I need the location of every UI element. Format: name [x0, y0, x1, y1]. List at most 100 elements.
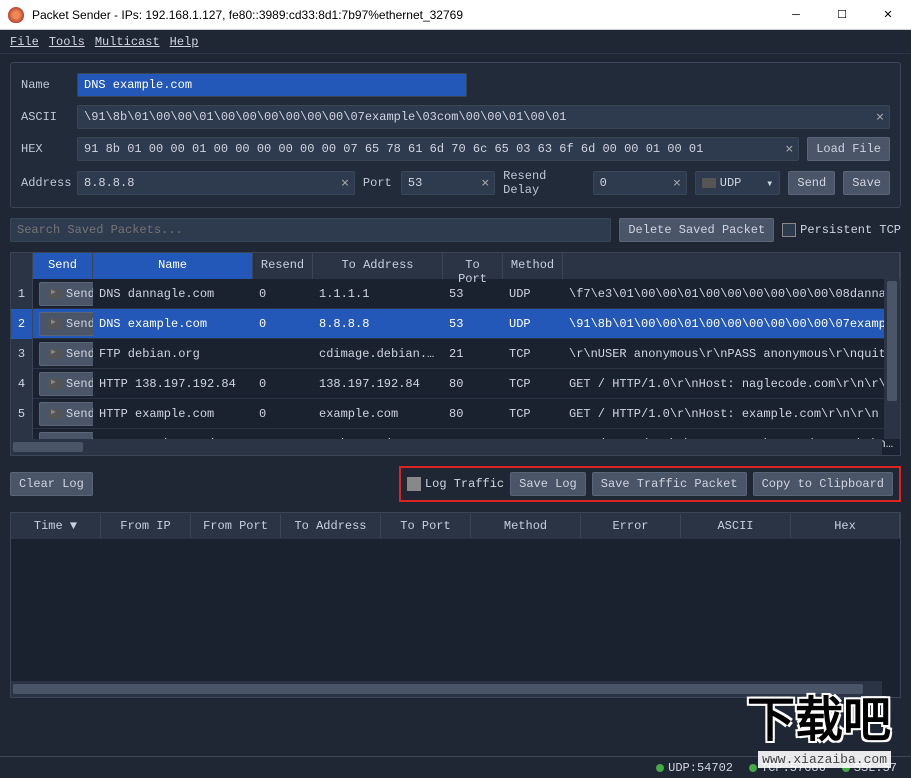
address-input[interactable]	[77, 171, 355, 195]
table-vscroll[interactable]	[884, 279, 900, 439]
row-send-button[interactable]: Send	[39, 372, 93, 396]
cell-method: UDP	[503, 287, 563, 301]
ascii-clear-icon[interactable]: ✕	[876, 110, 884, 125]
persistent-tcp-checkbox[interactable]	[782, 223, 796, 237]
log-th-error[interactable]: Error	[581, 514, 681, 538]
saved-packets-table: Send Name Resend To Address To Port Meth…	[10, 252, 901, 456]
name-input[interactable]	[77, 73, 467, 97]
cell-addr: 138.197.192.84	[313, 377, 443, 391]
save-button[interactable]: Save	[843, 171, 890, 195]
row-send-button[interactable]: Send	[39, 342, 93, 366]
table-hscroll[interactable]	[11, 439, 882, 455]
cell-name: FTP debian.org	[93, 347, 253, 361]
window-titlebar: Packet Sender - IPs: 192.168.1.127, fe80…	[0, 0, 911, 30]
name-label: Name	[21, 78, 69, 92]
log-th-fromip[interactable]: From IP	[101, 514, 191, 538]
status-udp[interactable]: UDP:54702	[650, 761, 739, 775]
cell-port: 21	[443, 347, 503, 361]
port-clear-icon[interactable]: ✕	[481, 176, 489, 191]
th-send[interactable]: Send	[33, 253, 93, 279]
hex-input[interactable]	[77, 137, 799, 161]
cell-name: HTTP 138.197.192.84	[93, 377, 253, 391]
minimize-button[interactable]: ─	[773, 0, 819, 30]
cell-name: DNS dannagle.com	[93, 287, 253, 301]
row-number: 5	[11, 399, 33, 429]
log-th-toport[interactable]: To Port	[381, 514, 471, 538]
th-toport[interactable]: To Port	[443, 253, 503, 279]
log-traffic-checkbox[interactable]	[407, 477, 421, 491]
log-th-hex[interactable]: Hex	[791, 514, 900, 538]
cell-addr: cdimage.debian.org	[313, 347, 443, 361]
table-row[interactable]: 3SendFTP debian.orgcdimage.debian.org21T…	[11, 339, 900, 369]
window-title: Packet Sender - IPs: 192.168.1.127, fe80…	[32, 8, 773, 22]
th-resend[interactable]: Resend	[253, 253, 313, 279]
address-label: Address	[21, 176, 69, 190]
th-method[interactable]: Method	[503, 253, 563, 279]
table-row[interactable]: 1SendDNS dannagle.com01.1.1.153UDP\f7\e3…	[11, 279, 900, 309]
th-toaddr[interactable]: To Address	[313, 253, 443, 279]
cell-data: \r\nUSER anonymous\r\nPASS anonymous\r\n…	[563, 347, 900, 361]
cell-name: DNS example.com	[93, 317, 253, 331]
send-icon	[48, 319, 62, 329]
packet-form-panel: Name ASCII ✕ HEX ✕ Load File Address ✕ P	[10, 62, 901, 208]
send-button[interactable]: Send	[788, 171, 835, 195]
hex-label: HEX	[21, 142, 69, 156]
log-th-ascii[interactable]: ASCII	[681, 514, 791, 538]
row-send-button[interactable]: Send	[39, 402, 93, 426]
cell-addr: 8.8.8.8	[313, 317, 443, 331]
row-number: 4	[11, 369, 33, 399]
row-send-button[interactable]: Send	[39, 312, 93, 336]
cell-method: TCP	[503, 377, 563, 391]
chevron-down-icon: ▾	[766, 176, 773, 191]
table-row[interactable]: 5SendHTTP example.com0example.com80TCPGE…	[11, 399, 900, 429]
cell-method: TCP	[503, 407, 563, 421]
highlighted-controls: Log Traffic Save Log Save Traffic Packet…	[399, 466, 901, 502]
cell-data: GET / HTTP/1.0\r\nHost: naglecode.com\r\…	[563, 377, 900, 391]
table-corner	[11, 253, 33, 279]
row-number: 2	[11, 309, 33, 339]
cell-port: 80	[443, 407, 503, 421]
send-icon	[48, 349, 62, 359]
load-file-button[interactable]: Load File	[807, 137, 890, 161]
log-table: Time ▼ From IP From Port To Address To P…	[10, 512, 901, 698]
th-data[interactable]	[563, 253, 900, 279]
resend-clear-icon[interactable]: ✕	[673, 176, 681, 191]
close-button[interactable]: ✕	[865, 0, 911, 30]
row-send-button[interactable]: Send	[39, 282, 93, 306]
save-log-button[interactable]: Save Log	[510, 472, 586, 496]
hex-clear-icon[interactable]: ✕	[785, 142, 793, 157]
maximize-button[interactable]: ☐	[819, 0, 865, 30]
log-traffic-label[interactable]: Log Traffic	[407, 477, 504, 491]
ascii-input[interactable]	[77, 105, 890, 129]
log-th-toaddr[interactable]: To Address	[281, 514, 381, 538]
send-icon	[48, 409, 62, 419]
th-name[interactable]: Name	[93, 253, 253, 279]
send-icon	[48, 379, 62, 389]
menu-help[interactable]: Help	[166, 33, 203, 51]
app-icon	[8, 7, 24, 23]
persistent-tcp-label[interactable]: Persistent TCP	[782, 223, 901, 237]
resend-label: Resend Delay	[503, 169, 584, 197]
save-traffic-button[interactable]: Save Traffic Packet	[592, 472, 747, 496]
copy-clipboard-button[interactable]: Copy to Clipboard	[753, 472, 893, 496]
ascii-label: ASCII	[21, 110, 69, 124]
address-clear-icon[interactable]: ✕	[341, 176, 349, 191]
menu-multicast[interactable]: Multicast	[91, 33, 164, 51]
log-th-method[interactable]: Method	[471, 514, 581, 538]
search-input[interactable]	[10, 218, 611, 242]
log-th-fromport[interactable]: From Port	[191, 514, 281, 538]
delete-packet-button[interactable]: Delete Saved Packet	[619, 218, 774, 242]
table-row[interactable]: 4SendHTTP 138.197.192.840138.197.192.848…	[11, 369, 900, 399]
log-th-time[interactable]: Time ▼	[11, 514, 101, 538]
clear-log-button[interactable]: Clear Log	[10, 472, 93, 496]
table-row[interactable]: 2SendDNS example.com08.8.8.853UDP\91\8b\…	[11, 309, 900, 339]
row-number: 1	[11, 279, 33, 309]
watermark-text: 下载吧	[747, 680, 891, 750]
menu-file[interactable]: File	[6, 33, 43, 51]
cell-name: HTTP example.com	[93, 407, 253, 421]
port-label: Port	[363, 176, 393, 190]
menu-tools[interactable]: Tools	[45, 33, 89, 51]
watermark-url: www.xiazaiba.com	[758, 751, 891, 768]
cell-method: TCP	[503, 347, 563, 361]
protocol-select[interactable]: UDP ▾	[695, 171, 781, 195]
